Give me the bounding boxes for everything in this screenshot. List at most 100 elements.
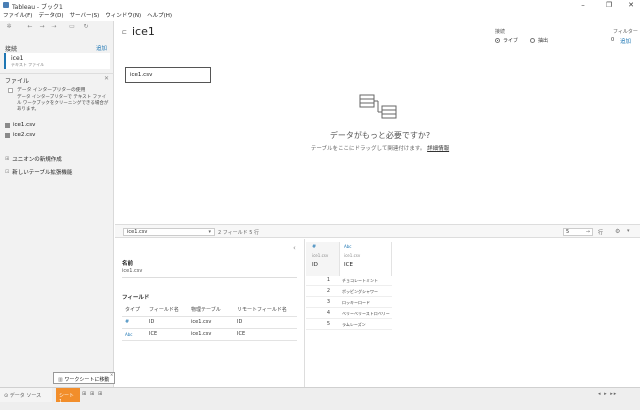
files-label: ファイル (5, 78, 30, 85)
ice-cell: チョコレートミント (342, 278, 378, 283)
menu-help[interactable]: ヘルプ(H) (147, 11, 172, 21)
table-select-value: ice1.csv (127, 229, 148, 235)
maximize-icon[interactable]: ❐ (602, 1, 616, 10)
connection-item-ice1[interactable]: ice1 テキスト ファイル (4, 53, 110, 69)
new-sheet-icon[interactable]: ⊞ (82, 391, 86, 397)
field-count: 2 フィールド 5 行 (218, 230, 260, 236)
back-arrow-icon[interactable]: ← (26, 23, 34, 31)
details-link[interactable]: 詳細情報 (427, 146, 449, 152)
data-grid: # ice1.csv ID Abc ice1.csv ICE 1 チョコレートミン… (306, 239, 640, 387)
type-cell[interactable]: # (122, 316, 146, 329)
window-title: Tableau - ブック1 (12, 4, 63, 11)
extract-radio[interactable] (530, 38, 535, 43)
new-story-icon[interactable]: ⊞ (98, 391, 102, 397)
field-cell: ID (146, 316, 188, 329)
column-name: ICE (344, 262, 353, 268)
name-label: 名前 (122, 261, 134, 267)
live-radio[interactable] (495, 38, 500, 43)
ice-cell: ラムレーズン (342, 322, 366, 327)
interpreter-label: データ インタープリターの使用 (17, 88, 86, 93)
go-to-worksheet-label: ワークシートに移動 (64, 377, 110, 383)
connection-name: ice1 (11, 55, 24, 62)
save-icon[interactable]: ▭ (68, 23, 76, 31)
drag-hint-text: テーブルをここにドラッグして関連付けます。 (310, 146, 426, 152)
id-cell: 1 (326, 277, 330, 283)
column-source: ice1.csv (344, 253, 361, 258)
connection-type-label: 接続 (495, 29, 506, 35)
table-row[interactable]: Abc ICE ice1.csv ICE (122, 328, 297, 341)
menu-window[interactable]: ウィンドウ(N) (105, 11, 141, 21)
menu-server[interactable]: サーバー(S) (70, 11, 100, 21)
sheet-nav-icons[interactable]: ◂ ▸ ▸▸ (598, 391, 617, 397)
go-to-worksheet-popup[interactable]: ▥ ワークシートに移動 (53, 372, 115, 384)
table-pill-ice1[interactable]: ice1.csv (125, 67, 211, 83)
type-number-icon[interactable]: # (312, 244, 316, 250)
close-popup-icon[interactable]: × (110, 372, 113, 377)
close-icon[interactable]: ✕ (624, 1, 638, 10)
connections-label: 接続 (5, 46, 18, 53)
union-icon: ⊞ (5, 156, 10, 162)
menu-file[interactable]: ファイル(F) (3, 11, 32, 21)
table-row[interactable]: 4 ベリーベリーストロベリー (306, 308, 392, 319)
grid-rows: 1 チョコレートミント 2 ポッピングシャワー 3 ロッキーロード 4 ベリーベリースト… (306, 275, 392, 330)
datasource-tab-label: データ ソース (9, 393, 42, 399)
data-source-canvas: ⊏ ice1 接続 ライブ 抽出 フィルター 0 追加 ice1.csv データ… (115, 21, 640, 223)
settings-gear-icon[interactable]: ⚙ (615, 228, 620, 235)
file-name: ice1.csv (13, 122, 36, 128)
tableau-app-icon (3, 2, 9, 8)
table-select[interactable]: ice1.csv ▾ (123, 228, 215, 236)
new-dashboard-icon[interactable]: ⊞ (90, 391, 94, 397)
menu-bar: ファイル(F) データ(D) サーバー(S) ウィンドウ(N) ヘルプ(H) (0, 11, 640, 21)
datasource-name[interactable]: ice1 (132, 25, 155, 38)
datasource-icon: ⊏ (122, 29, 128, 36)
col-physical-table: 物理テーブル (188, 304, 234, 317)
forward-arrow-alt-icon[interactable]: ⇢ (50, 23, 58, 31)
column-source: ice1.csv (312, 253, 329, 258)
type-string-icon[interactable]: Abc (344, 244, 351, 249)
menu-data[interactable]: データ(D) (38, 11, 63, 21)
col-field-name: フィールド名 (146, 304, 188, 317)
minimize-icon[interactable]: – (576, 1, 590, 10)
file-item-ice1[interactable]: ice1.csv (5, 122, 35, 128)
table-row[interactable]: # ID ice1.csv ID (122, 316, 297, 329)
filter-add-link[interactable]: 追加 (620, 37, 631, 45)
rows-input-value: 5 (566, 229, 570, 235)
need-more-data-title: データがもっと必要ですか? (329, 131, 431, 140)
table-row[interactable]: 1 チョコレートミント (306, 275, 392, 286)
table-row[interactable]: 3 ロッキーロード (306, 297, 392, 308)
file-item-ice2[interactable]: ice2.csv (5, 132, 35, 138)
settings-chevron-icon[interactable]: ▾ (627, 228, 630, 234)
fields-table-header: タイプ フィールド名 物理テーブル リモートフィールド名 (122, 304, 297, 317)
fields-table: タイプ フィールド名 物理テーブル リモートフィールド名 # ID ice1.c… (122, 304, 297, 341)
new-union-item[interactable]: ⊞ ユニオンの新規作成 (5, 155, 62, 163)
left-panel: ✲ ← → ⇢ ▭ ↻ 接続 追加 ice1 テキスト ファイル ファイル ✕ … (0, 21, 114, 387)
connection-type: テキスト ファイル (11, 62, 45, 67)
grid-column-id[interactable]: # ice1.csv ID (306, 242, 340, 276)
grid-column-ice[interactable]: Abc ice1.csv ICE (340, 242, 392, 276)
collapse-left-icon[interactable]: ‹ (293, 244, 296, 252)
rows-input[interactable]: 5 → (563, 228, 593, 236)
ice-cell: ベリーベリーストロベリー (342, 311, 390, 316)
tableau-logo-icon[interactable]: ✲ (5, 23, 13, 31)
col-remote-field-name: リモートフィールド名 (234, 304, 297, 317)
sheet-tab-1[interactable]: シート 1 (56, 388, 80, 405)
refresh-icon[interactable]: ↻ (82, 23, 90, 31)
type-cell[interactable]: Abc (122, 328, 146, 341)
table-row[interactable]: 5 ラムレーズン (306, 319, 392, 330)
name-value: ice1.csv (122, 268, 297, 278)
table-row[interactable]: 2 ポッピングシャワー (306, 286, 392, 297)
data-source-tab[interactable]: ⊙ データ ソース (0, 388, 52, 402)
add-connection-link[interactable]: 追加 (96, 44, 107, 52)
remote-cell: ICE (234, 328, 297, 341)
rows-label: 行 (598, 230, 604, 236)
forward-arrow-icon[interactable]: → (38, 23, 46, 31)
id-cell: 4 (326, 310, 330, 316)
metadata-panel: ‹ 名前 ice1.csv フィールド タイプ フィールド名 物理テーブル リモ… (115, 239, 305, 387)
new-table-extension-item[interactable]: ⊡ 新しいテーブル拡張機能 (5, 168, 72, 176)
filter-label: フィルター (613, 29, 638, 35)
grid-header: # ice1.csv ID Abc ice1.csv ICE (306, 242, 392, 276)
files-menu-icon[interactable]: ✕ (104, 75, 109, 82)
interpreter-description: データ インタープリターで テキスト ファイル ワークブックをクリーニングできる… (17, 95, 109, 112)
file-name: ice2.csv (13, 132, 36, 138)
interpreter-checkbox[interactable] (8, 88, 13, 93)
